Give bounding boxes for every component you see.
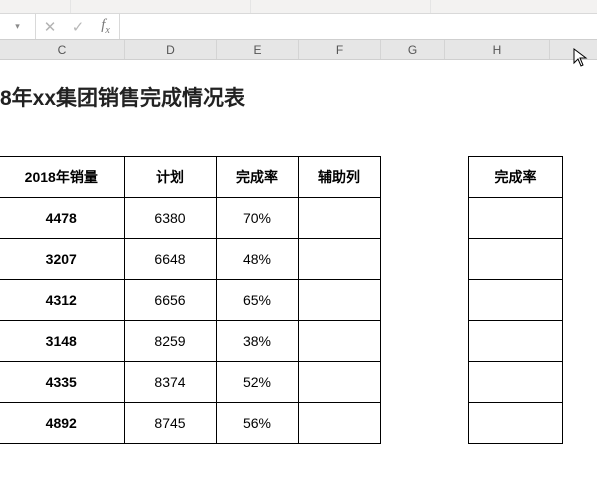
cell-rate[interactable]: 38% (216, 321, 298, 362)
cell-sales[interactable]: 3207 (0, 239, 124, 280)
cell-aux[interactable] (298, 362, 380, 403)
cell-plan[interactable]: 8374 (124, 362, 216, 403)
cell-rate[interactable]: 56% (216, 403, 298, 444)
side-header-rate[interactable]: 完成率 (469, 157, 563, 198)
check-icon: ✓ (72, 18, 85, 36)
column-header-I[interactable] (550, 40, 597, 59)
cell-sales[interactable]: 4335 (0, 362, 124, 403)
cancel-button[interactable]: ✕ (36, 14, 64, 39)
cell-aux[interactable] (298, 280, 380, 321)
cell-side-rate[interactable] (469, 403, 563, 444)
header-rate[interactable]: 完成率 (216, 157, 298, 198)
ribbon-fragment (0, 0, 597, 14)
cell-side-rate[interactable] (469, 362, 563, 403)
table-row (469, 239, 563, 280)
cell-rate[interactable]: 70% (216, 198, 298, 239)
side-table: 完成率 (468, 156, 563, 444)
table-row (469, 280, 563, 321)
cell-aux[interactable] (298, 403, 380, 444)
table-header-row: 2018年销量 计划 完成率 辅助列 (0, 157, 380, 198)
column-header-E[interactable]: E (217, 40, 299, 59)
enter-button[interactable]: ✓ (64, 14, 92, 39)
insert-function-button[interactable]: fx (92, 14, 120, 39)
column-header-row: C D E F G H (0, 40, 597, 60)
table-row (469, 198, 563, 239)
header-plan[interactable]: 计划 (124, 157, 216, 198)
table-row: 4478638070% (0, 198, 380, 239)
header-aux[interactable]: 辅助列 (298, 157, 380, 198)
column-header-C[interactable]: C (0, 40, 125, 59)
cancel-icon: ✕ (44, 18, 57, 36)
cell-side-rate[interactable] (469, 280, 563, 321)
worksheet-area[interactable]: 8年xx集团销售完成情况表 2018年销量 计划 完成率 辅助列 4478638… (0, 60, 597, 501)
formula-input[interactable] (120, 14, 597, 39)
page-title: 8年xx集团销售完成情况表 (0, 82, 245, 112)
table-row: 3148825938% (0, 321, 380, 362)
column-header-D[interactable]: D (125, 40, 217, 59)
cell-sales[interactable]: 4312 (0, 280, 124, 321)
column-header-G[interactable]: G (381, 40, 445, 59)
cell-plan[interactable]: 8259 (124, 321, 216, 362)
cell-rate[interactable]: 52% (216, 362, 298, 403)
table-row: 4312665665% (0, 280, 380, 321)
column-header-H[interactable]: H (445, 40, 550, 59)
fx-icon: fx (101, 17, 110, 36)
table-row: 4892874556% (0, 403, 380, 444)
table-row (469, 362, 563, 403)
cell-aux[interactable] (298, 239, 380, 280)
header-sales[interactable]: 2018年销量 (0, 157, 124, 198)
table-row: 4335837452% (0, 362, 380, 403)
table-row (469, 403, 563, 444)
cell-side-rate[interactable] (469, 321, 563, 362)
cell-plan[interactable]: 6648 (124, 239, 216, 280)
cell-aux[interactable] (298, 198, 380, 239)
name-box[interactable]: ▾ (0, 14, 36, 39)
cell-plan[interactable]: 8745 (124, 403, 216, 444)
cell-plan[interactable]: 6656 (124, 280, 216, 321)
table-row: 3207664848% (0, 239, 380, 280)
cell-side-rate[interactable] (469, 198, 563, 239)
cell-sales[interactable]: 4892 (0, 403, 124, 444)
cell-plan[interactable]: 6380 (124, 198, 216, 239)
formula-bar: ▾ ✕ ✓ fx (0, 14, 597, 40)
table-row (469, 321, 563, 362)
main-table: 2018年销量 计划 完成率 辅助列 4478638070%3207664848… (0, 156, 381, 444)
cell-sales[interactable]: 3148 (0, 321, 124, 362)
name-box-dropdown-icon: ▾ (15, 21, 20, 32)
cell-rate[interactable]: 65% (216, 280, 298, 321)
cell-sales[interactable]: 4478 (0, 198, 124, 239)
cell-aux[interactable] (298, 321, 380, 362)
column-header-F[interactable]: F (299, 40, 381, 59)
cell-rate[interactable]: 48% (216, 239, 298, 280)
cell-side-rate[interactable] (469, 239, 563, 280)
